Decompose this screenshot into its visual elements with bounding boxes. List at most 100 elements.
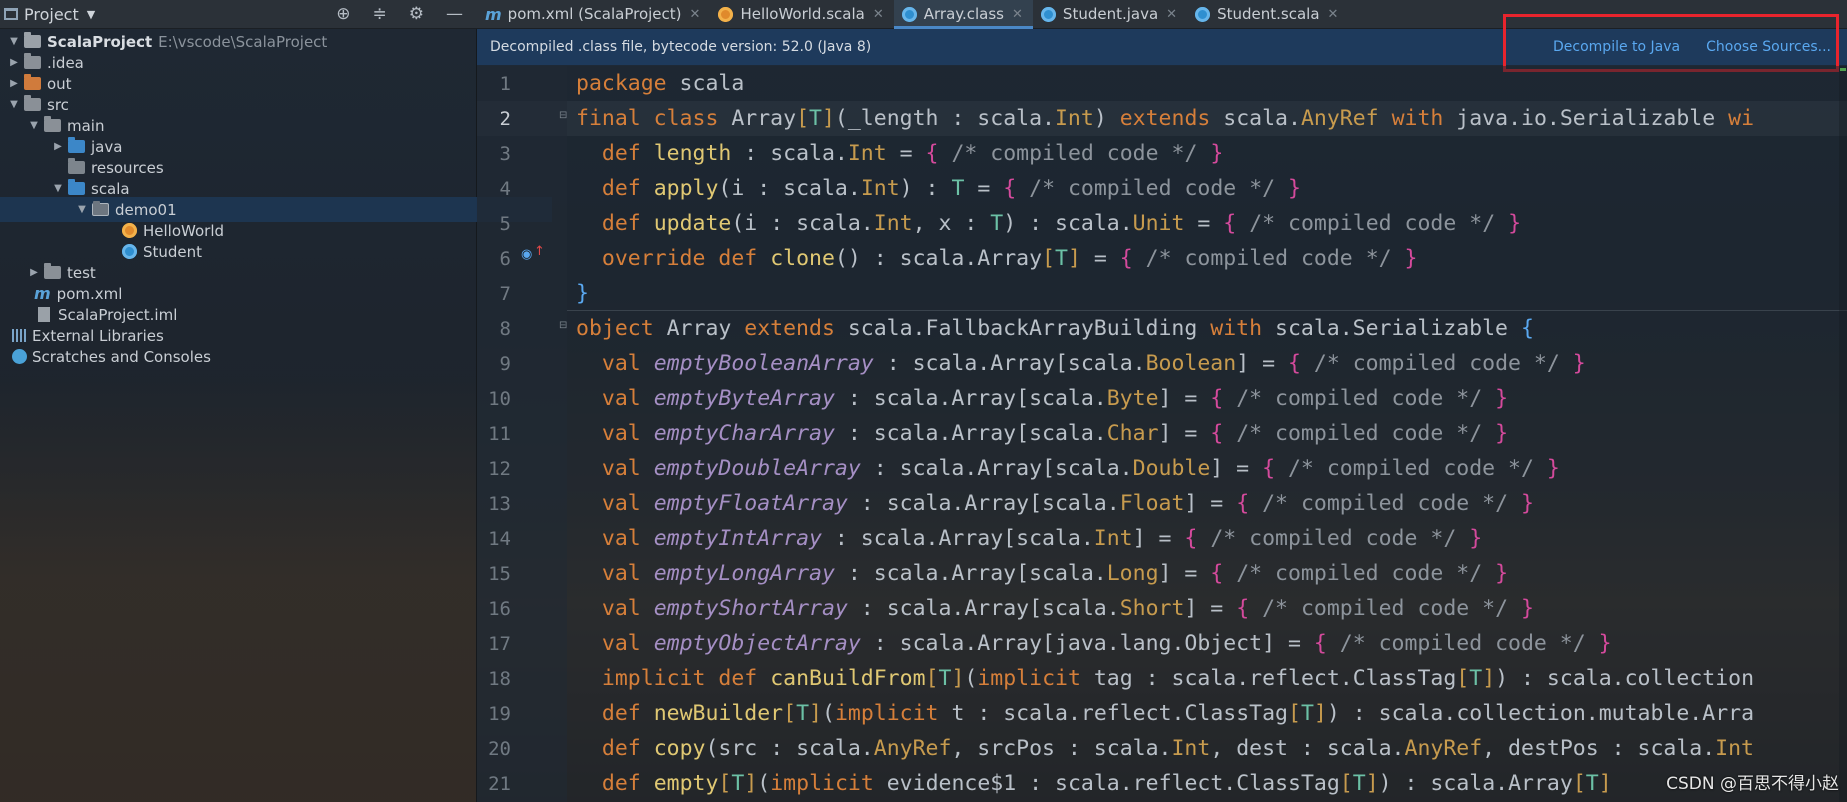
tab-label: pom.xml (ScalaProject) bbox=[507, 5, 682, 23]
tree-item-label: main bbox=[67, 116, 105, 135]
close-icon[interactable]: ✕ bbox=[690, 7, 701, 22]
tree-item-label: Scratches and Consoles bbox=[32, 347, 211, 366]
line-number: 19 bbox=[488, 703, 511, 725]
code-line-5: def update(i : scala.Int, x : T) : scala… bbox=[601, 211, 1522, 236]
fold-icon[interactable]: ⊟ bbox=[559, 110, 567, 121]
code-line-4: def apply(i : scala.Int) : T = { /* comp… bbox=[601, 176, 1301, 201]
line-number: 12 bbox=[488, 458, 511, 480]
code-line-14: val emptyIntArray : scala.Array[scala.In… bbox=[601, 526, 1483, 551]
choose-sources-link[interactable]: Choose Sources... bbox=[1706, 39, 1831, 55]
tab-student-scala[interactable]: Student.scala ✕ bbox=[1187, 0, 1348, 28]
line-number: 21 bbox=[488, 773, 511, 795]
expanded-arrow-icon[interactable]: ▼ bbox=[8, 36, 20, 47]
decompile-to-java-link[interactable]: Decompile to Java bbox=[1553, 39, 1680, 55]
line-number: 15 bbox=[488, 563, 511, 585]
code-line-6: override def clone() : scala.Array[T] = … bbox=[601, 246, 1418, 271]
close-icon[interactable]: ✕ bbox=[1328, 7, 1339, 22]
tree-item-label: src bbox=[47, 95, 69, 114]
collapsed-arrow-icon[interactable]: ▶ bbox=[28, 267, 40, 278]
override-arrow-icon[interactable]: ↑ bbox=[534, 244, 545, 259]
code-line-21: def empty[T](implicit evidence$1 : scala… bbox=[601, 771, 1612, 796]
gear-icon[interactable]: ⚙ bbox=[409, 4, 424, 24]
notification-message: Decompiled .class file, bytecode version… bbox=[490, 39, 872, 55]
libraries-icon bbox=[12, 329, 27, 342]
line-number: 11 bbox=[488, 423, 511, 445]
package-icon bbox=[92, 201, 109, 216]
expanded-arrow-icon[interactable]: ▼ bbox=[8, 99, 20, 110]
scala-object-icon bbox=[718, 6, 734, 22]
close-icon[interactable]: ✕ bbox=[1166, 7, 1177, 22]
hide-icon[interactable]: — bbox=[446, 4, 463, 24]
line-number: 16 bbox=[488, 598, 511, 620]
tree-item-scratches[interactable]: Scratches and Consoles bbox=[0, 344, 488, 369]
scala-object-icon bbox=[122, 223, 137, 238]
close-icon[interactable]: ✕ bbox=[873, 7, 884, 22]
scala-class-icon bbox=[122, 244, 137, 259]
line-number: 1 bbox=[499, 73, 511, 95]
chevron-down-icon[interactable]: ▼ bbox=[87, 8, 95, 21]
line-number: 10 bbox=[488, 388, 511, 410]
code-line-8: object Array extends scala.FallbackArray… bbox=[576, 316, 1534, 341]
scala-class-icon bbox=[1195, 6, 1211, 22]
iml-file-icon bbox=[38, 307, 50, 322]
code-line-3: def length : scala.Int = { /* compiled c… bbox=[601, 141, 1224, 166]
locate-icon[interactable]: ⊕ bbox=[336, 4, 350, 24]
close-icon[interactable]: ✕ bbox=[1012, 7, 1023, 22]
expanded-arrow-icon[interactable]: ▼ bbox=[28, 120, 40, 131]
line-number: 13 bbox=[488, 493, 511, 515]
line-number: 9 bbox=[499, 353, 511, 375]
code-line-20: def copy(src : scala.AnyRef, srcPos : sc… bbox=[601, 736, 1755, 761]
line-number: 18 bbox=[488, 668, 511, 690]
line-number: 8 bbox=[499, 318, 511, 340]
code-line-1: package scala bbox=[576, 71, 745, 96]
code-editor[interactable]: 1 2 3 4 5 6 7 8 9 10 11 12 13 14 15 16 1… bbox=[477, 66, 1847, 802]
tree-item-label: scala bbox=[91, 179, 130, 198]
tab-label: Array.class bbox=[923, 5, 1005, 23]
tree-item-label: resources bbox=[91, 158, 164, 177]
tab-helloworld-scala[interactable]: HelloWorld.scala ✕ bbox=[710, 0, 893, 28]
tree-item-label: External Libraries bbox=[32, 326, 164, 345]
decompiled-notification-bar: Decompiled .class file, bytecode version… bbox=[477, 29, 1847, 65]
resources-folder-icon bbox=[68, 158, 85, 174]
line-number: 4 bbox=[499, 178, 511, 200]
project-panel-title[interactable]: Project bbox=[24, 5, 79, 24]
code-line-11: val emptyCharArray : scala.Array[scala.C… bbox=[601, 421, 1509, 446]
fold-icon[interactable]: ⊟ bbox=[559, 320, 567, 331]
maven-icon: m bbox=[34, 284, 51, 303]
tree-item-label: ScalaProject bbox=[47, 32, 153, 51]
line-number: 17 bbox=[488, 633, 511, 655]
tree-item-label: .idea bbox=[47, 53, 84, 72]
tree-item-label: java bbox=[91, 137, 123, 156]
scratches-icon bbox=[12, 349, 27, 364]
source-folder-icon bbox=[68, 137, 85, 153]
implements-icon[interactable]: ◉ bbox=[521, 247, 532, 262]
collapsed-arrow-icon[interactable]: ▶ bbox=[8, 57, 20, 68]
tab-array-class[interactable]: Array.class ✕ bbox=[893, 0, 1034, 29]
editor-scrollbar[interactable] bbox=[1839, 66, 1847, 802]
collapse-all-icon[interactable]: ≑ bbox=[373, 4, 387, 24]
source-folder-icon bbox=[68, 179, 85, 195]
folder-icon bbox=[44, 116, 61, 132]
folder-icon bbox=[44, 263, 61, 279]
code-line-16: val emptyShortArray : scala.Array[scala.… bbox=[601, 596, 1534, 621]
code-line-18: implicit def canBuildFrom[T](implicit ta… bbox=[601, 666, 1755, 691]
tree-item-label: pom.xml bbox=[56, 284, 123, 303]
expanded-arrow-icon[interactable]: ▼ bbox=[52, 183, 64, 194]
code-line-7: } bbox=[576, 281, 589, 306]
line-number: 7 bbox=[499, 283, 511, 305]
code-line-9: val emptyBooleanArray : scala.Array[scal… bbox=[601, 351, 1586, 376]
line-number: 3 bbox=[499, 143, 511, 165]
project-panel-header: Project ▼ ⊕ ≑ ⚙ — bbox=[0, 0, 477, 29]
tab-label: HelloWorld.scala bbox=[740, 5, 865, 23]
collapsed-arrow-icon[interactable]: ▶ bbox=[8, 78, 20, 89]
tab-pom-xml[interactable]: m pom.xml (ScalaProject) ✕ bbox=[477, 0, 710, 28]
editor-tabs: m pom.xml (ScalaProject) ✕ HelloWorld.sc… bbox=[477, 0, 1847, 29]
code-line-2: final class Array[T](_length : scala.Int… bbox=[576, 106, 1755, 131]
code-line-12: val emptyDoubleArray : scala.Array[scala… bbox=[601, 456, 1560, 481]
tab-student-java[interactable]: Student.java ✕ bbox=[1033, 0, 1187, 28]
maven-icon: m bbox=[485, 4, 502, 24]
expanded-arrow-icon[interactable]: ▼ bbox=[76, 204, 88, 215]
tree-item-label: ScalaProject.iml bbox=[58, 305, 178, 324]
java-class-icon bbox=[1040, 6, 1056, 22]
collapsed-arrow-icon[interactable]: ▶ bbox=[52, 141, 64, 152]
